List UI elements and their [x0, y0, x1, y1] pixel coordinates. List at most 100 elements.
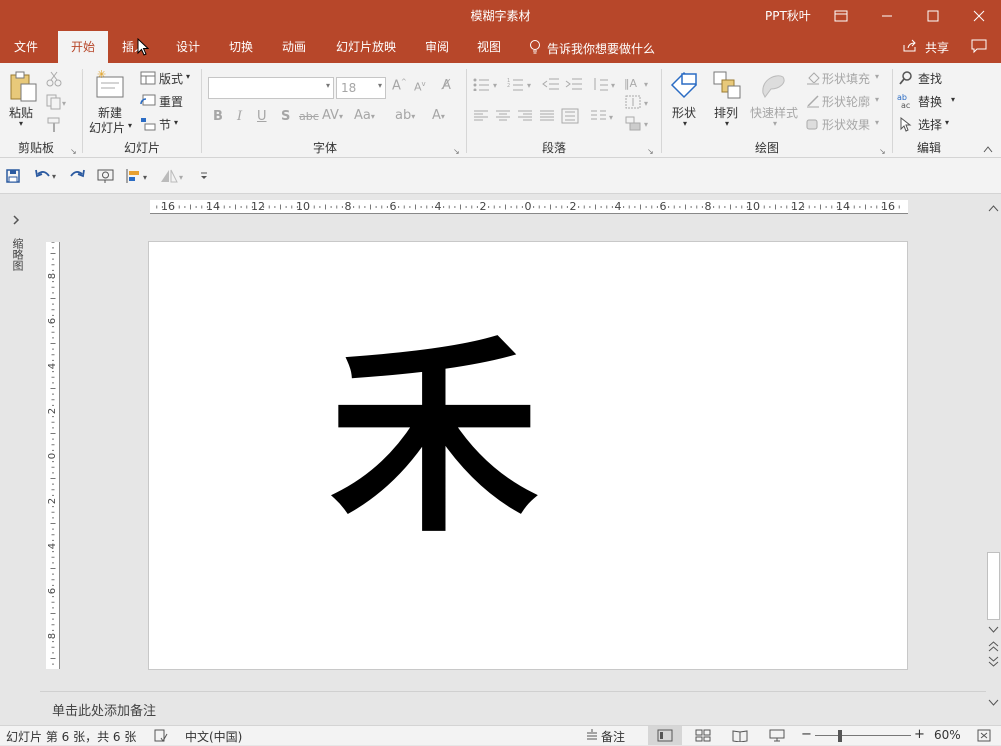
layout-button[interactable]: 版式 [159, 70, 183, 87]
tab-transitions[interactable]: 切换 [221, 31, 261, 63]
font-name-combo[interactable]: ▾ [208, 77, 334, 99]
paste-dropdown-icon[interactable]: ▾ [19, 119, 23, 128]
notes-toggle-button[interactable]: 备注 [601, 728, 625, 745]
scroll-down-bottom-icon[interactable] [988, 696, 999, 710]
maximize-icon[interactable] [910, 0, 956, 31]
decrease-indent-icon[interactable] [542, 77, 560, 94]
tab-home[interactable]: 开始 [58, 31, 108, 63]
justify-icon[interactable] [539, 110, 555, 125]
tab-file[interactable]: 文件 [4, 31, 48, 63]
expand-thumbnails-icon[interactable] [11, 214, 21, 229]
select-button[interactable]: 选择 [918, 116, 942, 133]
section-dropdown-icon[interactable]: ▾ [174, 118, 178, 127]
new-slide-label-2[interactable]: 幻灯片 [89, 119, 125, 136]
copy-icon[interactable]: ▾ [46, 94, 68, 113]
language-indicator[interactable]: 中文(中国) [185, 728, 242, 745]
shadow-icon[interactable]: S [281, 109, 290, 124]
align-left-icon[interactable] [473, 110, 489, 125]
columns-icon[interactable]: ▾ [590, 109, 616, 126]
notes-placeholder[interactable]: 单击此处添加备注 [52, 700, 156, 719]
font-size-combo[interactable]: 18 ▾ [336, 77, 386, 99]
underline-icon[interactable]: U [257, 109, 267, 124]
shape-effects-button[interactable]: 形状效果 [822, 116, 870, 133]
decrease-font-icon[interactable]: Av [414, 80, 426, 94]
zoom-slider-thumb[interactable] [838, 730, 842, 742]
zoom-out-icon[interactable]: − [801, 727, 812, 742]
drawing-launcher-icon[interactable]: ↘ [879, 147, 886, 156]
clipboard-launcher-icon[interactable]: ↘ [70, 147, 77, 156]
notes-pane[interactable]: 单击此处添加备注 [40, 691, 986, 725]
undo-icon[interactable]: ▾ [34, 168, 60, 185]
scroll-down-icon[interactable] [988, 623, 999, 637]
thumbnails-label[interactable]: 缩略图 [9, 238, 25, 271]
replace-button[interactable]: 替换 [918, 93, 942, 110]
shape-fill-dropdown-icon[interactable]: ▾ [875, 72, 879, 81]
font-launcher-icon[interactable]: ↘ [453, 147, 460, 156]
vertical-scrollbar[interactable] [986, 198, 1001, 725]
next-slide-icon[interactable] [988, 656, 999, 671]
close-icon[interactable] [956, 0, 1001, 31]
comments-icon[interactable] [971, 39, 987, 57]
clear-formatting-icon[interactable]: A̸ [442, 78, 451, 93]
paste-icon[interactable] [8, 71, 38, 106]
arrange-dropdown-icon[interactable]: ▾ [725, 119, 729, 128]
share-button[interactable]: 共享 [925, 39, 949, 56]
increase-indent-icon[interactable] [565, 77, 583, 94]
shape-outline-dropdown-icon[interactable]: ▾ [875, 95, 879, 104]
increase-font-icon[interactable]: A^ [392, 78, 407, 93]
start-slideshow-icon[interactable] [97, 168, 115, 187]
zoom-level[interactable]: 60% [934, 728, 961, 742]
text-direction-icon[interactable]: ‖A ▾ [624, 73, 652, 94]
user-name[interactable]: PPT秋叶 [765, 7, 811, 24]
shape-effects-dropdown-icon[interactable]: ▾ [875, 118, 879, 127]
paragraph-launcher-icon[interactable]: ↘ [647, 147, 654, 156]
distributed-icon[interactable] [561, 108, 579, 127]
tab-slideshow[interactable]: 幻灯片放映 [330, 31, 402, 63]
numbering-icon[interactable]: 1 2 ▾ [507, 77, 537, 94]
smartart-icon[interactable]: ▾ [624, 115, 652, 134]
reset-button[interactable]: 重置 [159, 93, 183, 110]
new-slide-dropdown-icon[interactable]: ▾ [128, 121, 132, 130]
tell-me-search[interactable]: 告诉我你想要做什么 [547, 40, 655, 57]
select-dropdown-icon[interactable]: ▾ [945, 118, 949, 127]
minimize-icon[interactable] [864, 0, 910, 31]
arrange-icon[interactable] [711, 69, 743, 104]
scroll-thumb[interactable] [987, 552, 1000, 620]
font-color-icon[interactable]: A▾ [432, 108, 445, 123]
tab-animations[interactable]: 动画 [274, 31, 314, 63]
change-case-icon[interactable]: Aa▾ [354, 108, 375, 123]
collapse-ribbon-icon[interactable] [983, 142, 993, 156]
shape-fill-button[interactable]: 形状填充 [822, 70, 870, 87]
ribbon-display-icon[interactable] [818, 0, 864, 31]
find-button[interactable]: 查找 [918, 70, 942, 87]
align-right-icon[interactable] [517, 110, 533, 125]
tab-design[interactable]: 设计 [168, 31, 208, 63]
cut-icon[interactable] [46, 71, 62, 90]
zoom-in-icon[interactable]: + [914, 727, 925, 742]
strikethrough-icon[interactable]: abc [299, 110, 319, 123]
scroll-up-icon[interactable] [988, 201, 999, 215]
save-icon[interactable] [6, 169, 20, 186]
reading-view-icon[interactable] [732, 729, 748, 745]
quick-styles-dropdown-icon[interactable]: ▾ [773, 119, 777, 128]
align-text-icon[interactable]: ▾ [624, 94, 652, 113]
replace-dropdown-icon[interactable]: ▾ [951, 95, 955, 104]
format-painter-icon[interactable] [46, 117, 62, 136]
bold-icon[interactable]: B [213, 109, 223, 124]
quick-styles-icon[interactable] [757, 69, 789, 104]
shapes-icon[interactable] [668, 69, 700, 104]
align-objects-icon[interactable]: ▾ [125, 168, 153, 187]
new-slide-icon[interactable]: ✳ [95, 68, 127, 104]
font-size-dropdown-icon[interactable]: ▾ [378, 81, 382, 90]
spell-check-icon[interactable] [154, 729, 168, 745]
char-spacing-icon[interactable]: AV▾ [322, 108, 343, 123]
shapes-dropdown-icon[interactable]: ▾ [683, 119, 687, 128]
shape-outline-button[interactable]: 形状轮廓 [822, 93, 870, 110]
zoom-slider-track[interactable] [815, 735, 911, 736]
customize-qat-icon[interactable] [199, 170, 209, 184]
line-spacing-icon[interactable]: ▾ [592, 77, 618, 94]
tab-review[interactable]: 审阅 [417, 31, 457, 63]
fit-to-window-icon[interactable] [976, 728, 992, 746]
highlight-icon[interactable]: ab▾ [395, 108, 415, 123]
normal-view-button[interactable] [648, 726, 682, 745]
